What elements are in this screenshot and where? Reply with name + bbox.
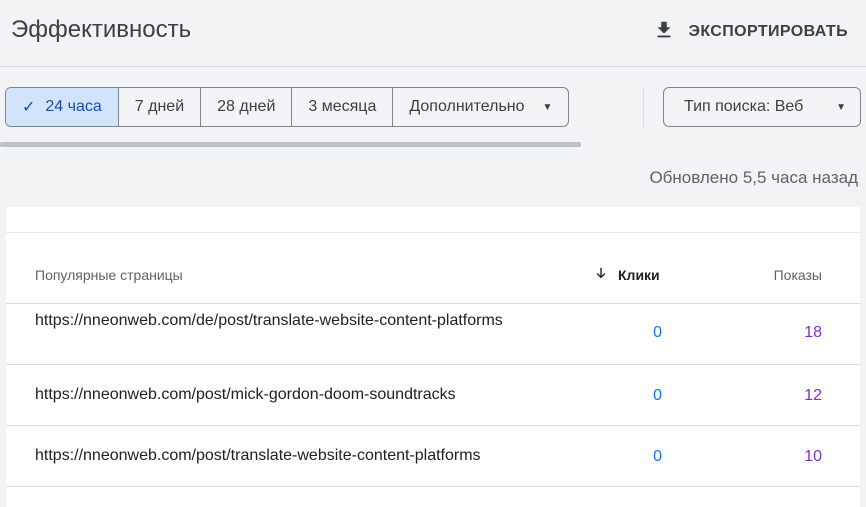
column-header-pages: Популярные страницы bbox=[35, 267, 183, 283]
row-clicks: 0 bbox=[653, 324, 662, 341]
column-header-impressions[interactable]: Показы bbox=[774, 267, 822, 283]
download-icon bbox=[653, 19, 675, 46]
header: Эффективность ЭКСПОРТИРОВАТЬ bbox=[0, 0, 866, 67]
search-type-dropdown[interactable]: Тип поиска: Веб ▼ bbox=[663, 87, 861, 127]
date-range-filter: ✓ 24 часа 7 дней 28 дней 3 месяца Дополн… bbox=[5, 87, 570, 127]
chip-24-hours[interactable]: ✓ 24 часа bbox=[6, 88, 119, 126]
row-url: https://nneonweb.com/de/post/translate-w… bbox=[35, 312, 503, 329]
table-header: Популярные страницы Клики Показы bbox=[6, 233, 860, 304]
row-clicks: 0 bbox=[653, 448, 662, 465]
chip-3-months[interactable]: 3 месяца bbox=[292, 88, 394, 126]
check-icon: ✓ bbox=[22, 99, 36, 116]
export-button[interactable]: ЭКСПОРТИРОВАТЬ bbox=[653, 17, 848, 47]
row-clicks: 0 bbox=[653, 387, 662, 404]
row-url: https://nneonweb.com/post/translate-webs… bbox=[35, 447, 481, 464]
chevron-down-icon: ▼ bbox=[836, 101, 846, 113]
chip-28-days[interactable]: 28 дней bbox=[201, 88, 293, 126]
arrow-down-icon bbox=[594, 266, 608, 283]
table-row[interactable]: https://nneonweb.com/post/mick-gordon-do… bbox=[6, 365, 860, 426]
horizontal-scrollbar[interactable] bbox=[0, 142, 581, 147]
page-title: Эффективность bbox=[11, 16, 192, 43]
table-row[interactable]: https://nneonweb.com/de/post/translate-w… bbox=[6, 304, 860, 365]
export-label: ЭКСПОРТИРОВАТЬ bbox=[688, 23, 848, 40]
updated-status: Обновлено 5,5 часа назад bbox=[649, 168, 858, 187]
row-url: https://nneonweb.com/post/mick-gordon-do… bbox=[35, 386, 456, 403]
row-impressions: 10 bbox=[804, 448, 822, 465]
chip-7-days[interactable]: 7 дней bbox=[119, 88, 202, 126]
row-impressions: 18 bbox=[804, 324, 822, 341]
table-row[interactable]: https://nneonweb.com/post/translate-webs… bbox=[6, 426, 860, 487]
row-impressions: 12 bbox=[804, 387, 822, 404]
column-header-clicks[interactable]: Клики bbox=[594, 266, 660, 283]
top-pages-card: Популярные страницы Клики Показы https:/… bbox=[6, 207, 860, 507]
chip-more-dropdown[interactable]: Дополнительно ▼ bbox=[393, 88, 568, 126]
divider bbox=[643, 87, 644, 127]
chevron-down-icon: ▼ bbox=[542, 101, 553, 113]
